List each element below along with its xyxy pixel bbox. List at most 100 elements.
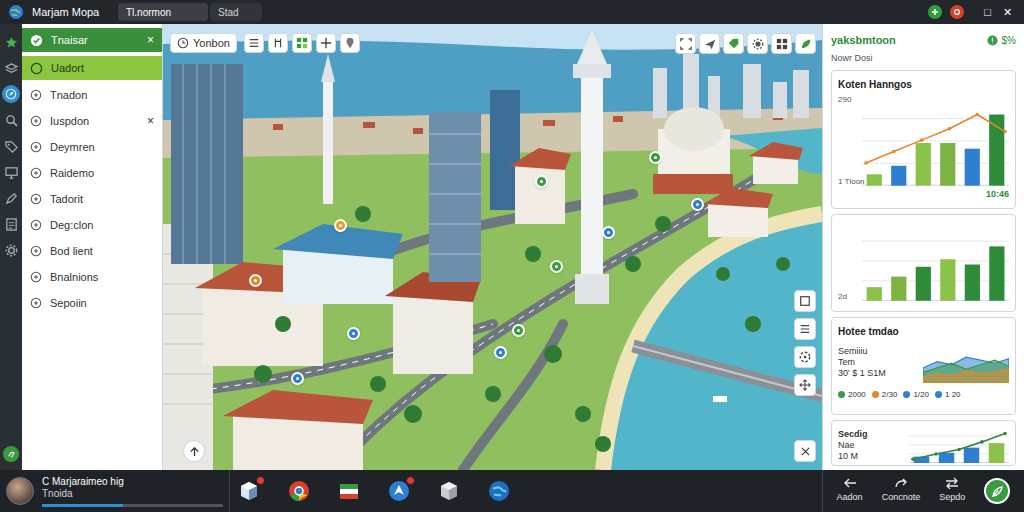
marker-icon[interactable] bbox=[344, 37, 356, 49]
app-button[interactable] bbox=[387, 479, 411, 503]
rail-button[interactable] bbox=[2, 137, 20, 155]
close-button[interactable]: ✕ bbox=[1003, 7, 1012, 18]
layer-icon[interactable] bbox=[30, 245, 42, 257]
map-action-button[interactable] bbox=[723, 33, 744, 54]
tab-label[interactable]: Tl.normon bbox=[126, 5, 171, 20]
map-action-button[interactable] bbox=[795, 33, 816, 54]
document-icon[interactable] bbox=[5, 218, 18, 231]
sidebar-item[interactable]: Tnadon bbox=[22, 82, 162, 108]
action-label[interactable]: Aadon bbox=[837, 491, 863, 505]
back-arrow-icon[interactable] bbox=[843, 477, 857, 489]
map-control-button[interactable] bbox=[794, 374, 816, 396]
sidebar-item[interactable]: Raidemo bbox=[22, 160, 162, 186]
sidebar-item[interactable]: Iuspdon× bbox=[22, 108, 162, 134]
map-pin[interactable] bbox=[347, 327, 360, 340]
tab-label[interactable]: Stad bbox=[218, 5, 239, 20]
search-icon[interactable] bbox=[5, 114, 18, 127]
map-control-button[interactable] bbox=[794, 318, 816, 340]
swap-arrows-icon[interactable] bbox=[945, 477, 959, 489]
map-action-button[interactable] bbox=[675, 33, 696, 54]
map-pin[interactable] bbox=[512, 324, 525, 337]
info-icon[interactable] bbox=[987, 35, 998, 46]
item-label[interactable]: Tnaisar bbox=[51, 32, 139, 49]
close-button[interactable]: × bbox=[147, 115, 154, 127]
action-button[interactable]: Aadon bbox=[837, 477, 863, 505]
map-control-button[interactable] bbox=[794, 346, 816, 368]
frame-icon[interactable] bbox=[680, 38, 692, 50]
help-button[interactable] bbox=[3, 446, 19, 462]
item-label[interactable]: Raidemo bbox=[50, 165, 154, 182]
map-tool-button[interactable] bbox=[316, 33, 336, 53]
map-control-button[interactable] bbox=[794, 290, 816, 312]
status-alert-icon[interactable] bbox=[950, 5, 964, 19]
map-pin[interactable] bbox=[291, 372, 304, 385]
item-label[interactable]: Bod lient bbox=[50, 243, 154, 260]
app-button[interactable] bbox=[487, 479, 511, 503]
globe-icon[interactable] bbox=[488, 480, 510, 502]
status-plus-icon[interactable] bbox=[928, 5, 942, 19]
rail-button[interactable] bbox=[2, 215, 20, 233]
plane-icon[interactable] bbox=[704, 38, 716, 50]
map-tool-button[interactable] bbox=[340, 33, 360, 53]
action-button[interactable]: Sepdo bbox=[939, 477, 965, 505]
browser-icon[interactable] bbox=[288, 480, 310, 502]
app-button[interactable] bbox=[237, 479, 261, 503]
item-label[interactable]: Tnadon bbox=[50, 87, 154, 104]
rail-button[interactable] bbox=[2, 163, 20, 181]
map-pin[interactable] bbox=[249, 274, 262, 287]
map-action-button[interactable] bbox=[699, 33, 720, 54]
compass-icon[interactable] bbox=[5, 88, 17, 100]
leaf-icon[interactable] bbox=[7, 450, 16, 459]
grid-icon[interactable] bbox=[296, 37, 308, 49]
tab[interactable]: Stad bbox=[210, 3, 262, 21]
map-pin[interactable] bbox=[691, 198, 704, 211]
view-button[interactable]: Yonbon bbox=[170, 33, 237, 53]
columns-icon[interactable] bbox=[272, 37, 284, 49]
box-icon[interactable] bbox=[438, 480, 460, 502]
map-pin[interactable] bbox=[535, 175, 548, 188]
item-label[interactable]: Uadort bbox=[51, 60, 154, 77]
map-pin[interactable] bbox=[494, 346, 507, 359]
go-button[interactable] bbox=[984, 478, 1010, 504]
arrow-up-icon[interactable] bbox=[189, 446, 200, 457]
item-label[interactable]: Deg:clon bbox=[50, 217, 154, 234]
map-pin[interactable] bbox=[602, 226, 615, 239]
map-view[interactable]: Yonbon bbox=[163, 24, 822, 470]
rail-button[interactable] bbox=[2, 241, 20, 259]
map-pin[interactable] bbox=[550, 260, 563, 273]
map-action-button[interactable] bbox=[747, 33, 768, 54]
rail-button[interactable] bbox=[2, 33, 20, 51]
rail-button[interactable] bbox=[2, 111, 20, 129]
rail-button[interactable] bbox=[2, 189, 20, 207]
pen-icon[interactable] bbox=[5, 192, 18, 205]
apps-icon[interactable] bbox=[776, 38, 788, 50]
tab[interactable]: Tl.normon bbox=[118, 3, 208, 21]
layers-icon[interactable] bbox=[5, 62, 18, 75]
sidebar-item[interactable]: Deymren bbox=[22, 134, 162, 160]
sidebar-item[interactable]: Bnalnions bbox=[22, 264, 162, 290]
square-icon[interactable] bbox=[799, 295, 811, 307]
action-button[interactable]: Concnote bbox=[882, 477, 921, 505]
item-label[interactable]: Bnalnions bbox=[50, 269, 154, 286]
action-label[interactable]: Sepdo bbox=[939, 491, 965, 505]
list-icon[interactable] bbox=[248, 37, 260, 49]
app-button[interactable] bbox=[287, 479, 311, 503]
leaf-icon[interactable] bbox=[991, 485, 1004, 498]
layer-icon[interactable] bbox=[30, 219, 42, 231]
item-label[interactable]: Deymren bbox=[50, 139, 154, 156]
map-pin[interactable] bbox=[334, 219, 347, 232]
map-tool-button[interactable] bbox=[268, 33, 288, 53]
tag-icon[interactable] bbox=[5, 140, 18, 153]
tag-icon[interactable] bbox=[728, 38, 740, 50]
leaf-icon[interactable] bbox=[800, 38, 812, 50]
circle-icon[interactable] bbox=[30, 62, 43, 75]
rail-button[interactable] bbox=[2, 85, 20, 103]
app-button[interactable] bbox=[437, 479, 461, 503]
check-icon[interactable] bbox=[30, 34, 43, 47]
gear-icon[interactable] bbox=[5, 244, 18, 257]
sidebar-item[interactable]: Sepoiin bbox=[22, 290, 162, 316]
sidebar-item[interactable]: Deg:clon bbox=[22, 212, 162, 238]
map-tool-button[interactable] bbox=[292, 33, 312, 53]
action-label[interactable]: Concnote bbox=[882, 491, 921, 505]
map-action-button[interactable] bbox=[771, 33, 792, 54]
